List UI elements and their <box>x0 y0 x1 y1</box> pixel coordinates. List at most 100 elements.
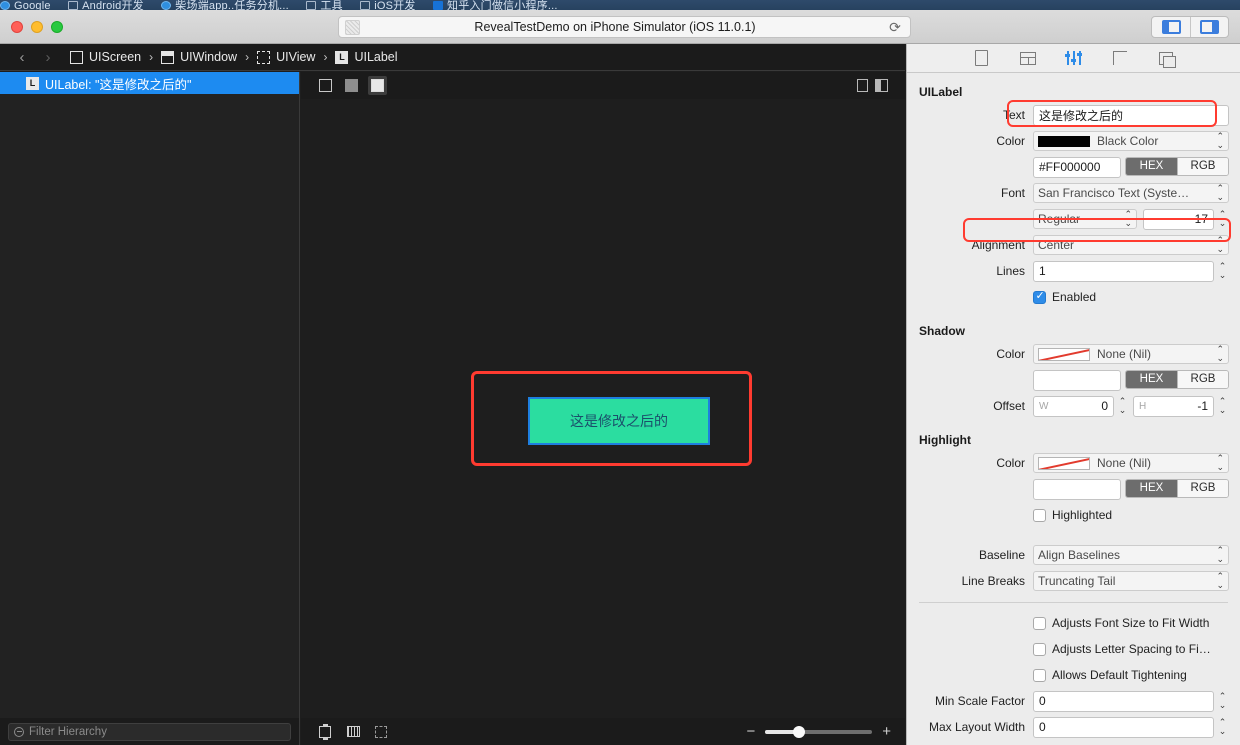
highlight-rgb-segment[interactable]: RGB <box>1177 479 1228 497</box>
highlight-color-format-segments[interactable]: HEX RGB <box>1125 478 1229 498</box>
font-size-input[interactable]: 17 <box>1143 208 1214 230</box>
show-grid-button[interactable] <box>343 722 363 742</box>
tree-item-uilabel[interactable]: L UILabel: "这是修改之后的" <box>0 72 299 94</box>
reveal-app-window: RevealTestDemo on iPhone Simulator (iOS … <box>0 10 1240 745</box>
uilabel-node[interactable]: 这是修改之后的 <box>528 397 710 445</box>
alignment-select[interactable]: Center ⌃ ⌄ <box>1033 235 1229 255</box>
browser-bookmarks-bar[interactable]: Google Android开发 柴场端app..任务分机... 工具 iOS开… <box>0 0 1240 10</box>
row-shadow-offset: Offset W 0 ⌃ ⌄ H -1 ⌃ ⌄ <box>907 395 1240 417</box>
zoom-slider[interactable] <box>765 725 873 738</box>
shadow-offset-w-stepper[interactable]: ⌃ ⌄ <box>1116 397 1129 415</box>
highlighted-checkbox[interactable] <box>1033 508 1046 522</box>
highlight-hex-segment[interactable]: HEX <box>1126 479 1177 497</box>
breadcrumb-item-uilabel[interactable]: L UILabel <box>335 50 398 64</box>
combined-mode-button[interactable] <box>368 76 387 95</box>
zhihu-icon <box>433 1 444 10</box>
tab-layout[interactable] <box>1017 49 1039 68</box>
highlight-color-select[interactable]: None (Nil) ⌃ ⌄ <box>1033 453 1229 473</box>
bookmark-item[interactable]: 知乎入门做信小程序... <box>433 0 558 10</box>
font-select[interactable]: San Francisco Text (Syste… ⌃ ⌄ <box>1033 183 1229 203</box>
shadow-hex-segment[interactable]: HEX <box>1126 370 1177 388</box>
panel-toggle-group[interactable] <box>1151 16 1229 38</box>
adjusts-font-size-checkbox[interactable] <box>1033 616 1046 630</box>
lines-input[interactable]: 1 <box>1033 260 1214 282</box>
tab-identity[interactable] <box>971 49 993 68</box>
max-layout-input[interactable]: 0 <box>1033 716 1214 738</box>
canvas-footer: − + <box>301 718 905 745</box>
color-format-segments[interactable]: HEX RGB <box>1125 156 1229 176</box>
solid-mode-button[interactable] <box>342 76 361 95</box>
row-font-weight-size: Regular ⌃ ⌄ 17 ⌃ ⌄ <box>907 208 1240 230</box>
breadcrumb-label: UIView <box>276 50 316 64</box>
allows-tightening-checkbox[interactable] <box>1033 668 1046 682</box>
rgb-segment[interactable]: RGB <box>1177 157 1228 175</box>
connection-field[interactable]: RevealTestDemo on iPhone Simulator (iOS … <box>338 16 911 38</box>
shadow-color-format-segments[interactable]: HEX RGB <box>1125 369 1229 389</box>
enabled-checkbox[interactable] <box>1033 289 1046 304</box>
none-color-swatch <box>1038 456 1090 470</box>
shadow-offset-w-input[interactable]: W 0 <box>1033 395 1114 417</box>
bookmark-item[interactable]: Android开发 <box>68 0 144 10</box>
min-scale-stepper[interactable]: ⌃ ⌄ <box>1216 692 1229 710</box>
left-panel-icon <box>1161 20 1181 34</box>
bookmark-item[interactable]: 柴场端app..任务分机... <box>161 0 289 10</box>
chevron-updown-icon: ⌃ ⌄ <box>1124 208 1132 228</box>
close-window-button[interactable] <box>11 21 23 33</box>
left-panel-toggle[interactable] <box>1152 17 1190 37</box>
shadow-hex-input[interactable] <box>1033 369 1121 391</box>
filter-hierarchy-input[interactable]: Filter Hierarchy <box>8 722 291 741</box>
tab-layers[interactable] <box>1155 49 1177 68</box>
bookmark-item[interactable]: iOS开发 <box>360 0 415 10</box>
maximize-window-button[interactable] <box>51 21 63 33</box>
split-pane-button[interactable] <box>872 76 891 95</box>
breadcrumb-item-uiscreen[interactable]: UIScreen <box>70 50 141 64</box>
tab-attributes[interactable] <box>1063 49 1085 68</box>
section-title-shadow: Shadow <box>919 324 966 338</box>
shadow-offset-h-stepper[interactable]: ⌃ ⌄ <box>1216 397 1229 415</box>
breadcrumb-item-uiview[interactable]: UIView <box>257 50 315 64</box>
single-pane-button[interactable] <box>853 76 872 95</box>
baseline-select[interactable]: Align Baselines ⌃ ⌄ <box>1033 545 1229 565</box>
folder-icon <box>68 1 79 10</box>
minimize-window-button[interactable] <box>31 21 43 33</box>
globe-icon <box>0 1 10 10</box>
zoom-slider-thumb[interactable] <box>793 725 806 738</box>
chevron-right-icon[interactable]: › <box>38 49 58 66</box>
adjusts-letter-spacing-checkbox[interactable] <box>1033 642 1046 656</box>
breadcrumb-label: UIScreen <box>89 50 142 64</box>
wireframe-mode-button[interactable] <box>316 76 335 95</box>
none-color-swatch <box>1038 347 1090 361</box>
zoom-in-button[interactable]: + <box>882 723 891 740</box>
breadcrumb-item-uiwindow[interactable]: UIWindow <box>161 50 237 64</box>
zoom-out-button[interactable]: − <box>746 723 755 740</box>
right-panel-toggle[interactable] <box>1190 17 1228 37</box>
bounds-overlay-button[interactable] <box>371 722 391 742</box>
focus-selection-icon <box>319 723 331 740</box>
shadow-offset-h-input[interactable]: H -1 <box>1133 395 1214 417</box>
hex-input[interactable]: #FF000000 <box>1033 156 1121 178</box>
show-grid-icon <box>346 726 360 737</box>
shadow-rgb-segment[interactable]: RGB <box>1177 370 1228 388</box>
lines-stepper[interactable]: ⌃ ⌄ <box>1216 262 1229 280</box>
max-layout-stepper[interactable]: ⌃ ⌄ <box>1216 718 1229 736</box>
text-field-label: Text <box>1002 108 1025 122</box>
reload-icon[interactable]: ⟳ <box>884 19 906 36</box>
line-breaks-select[interactable]: Truncating Tail ⌃ ⌄ <box>1033 571 1229 591</box>
hex-segment[interactable]: HEX <box>1126 157 1177 175</box>
highlight-hex-input[interactable] <box>1033 478 1121 500</box>
font-weight-select[interactable]: Regular ⌃ ⌄ <box>1033 208 1137 229</box>
row-line-breaks: Line Breaks Truncating Tail ⌃ ⌄ <box>907 570 1240 592</box>
canvas-3d-view[interactable]: 这是修改之后的 <box>301 99 905 718</box>
bookmark-item[interactable]: Google <box>0 0 51 10</box>
breadcrumb-separator: › <box>245 50 250 64</box>
shadow-color-select[interactable]: None (Nil) ⌃ ⌄ <box>1033 344 1229 364</box>
bookmark-item[interactable]: 工具 <box>306 0 343 10</box>
text-input[interactable]: 这是修改之后的 <box>1033 104 1229 126</box>
tab-constraints[interactable] <box>1109 49 1131 68</box>
font-size-stepper[interactable]: ⌃ ⌄ <box>1216 210 1229 228</box>
color-select[interactable]: Black Color ⌃ ⌄ <box>1033 131 1229 151</box>
bookmark-label: 知乎入门做信小程序... <box>447 0 558 10</box>
chevron-left-icon[interactable]: ‹ <box>12 49 32 66</box>
min-scale-input[interactable]: 0 <box>1033 690 1214 712</box>
focus-selection-button[interactable] <box>315 722 335 742</box>
